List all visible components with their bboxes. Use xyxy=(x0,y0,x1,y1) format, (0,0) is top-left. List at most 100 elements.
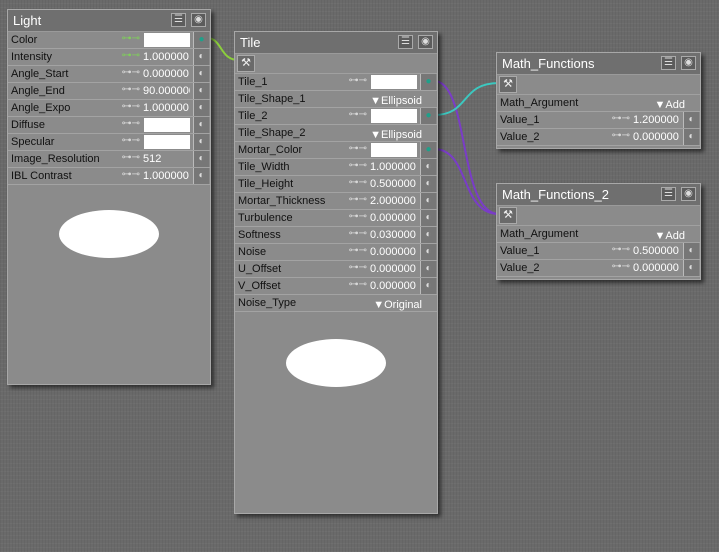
color-swatch[interactable] xyxy=(144,135,190,149)
color-swatch[interactable] xyxy=(371,143,417,157)
link-chain-icon[interactable]: ⊶⊸ xyxy=(349,73,367,89)
input-plug-icon[interactable]: ● xyxy=(420,108,436,124)
eye-preview-icon[interactable]: ◉ xyxy=(681,187,696,201)
param-value[interactable]: 0.500000 xyxy=(370,176,417,192)
dropdown-value[interactable]: Add xyxy=(665,230,685,242)
input-plug-icon[interactable]: ◐ xyxy=(420,193,436,209)
link-chain-icon[interactable]: ⊶⊸ xyxy=(612,242,630,258)
input-plug-icon[interactable]: ◐ xyxy=(420,227,436,243)
param-row-tile-1[interactable]: Tile_1 ⊶⊸ ● xyxy=(235,74,437,91)
plug-input-icon[interactable]: ⚒ xyxy=(499,76,517,93)
param-row-value-2[interactable]: Value_2 ⊶⊸ 0.000000 ◐ xyxy=(497,260,700,277)
param-row-math-argument[interactable]: Math_Argument ▼Add xyxy=(497,226,700,243)
node-tile[interactable]: Tile ☰ ◉ ⚒ Tile_1 ⊶⊸ ● Tile_Shape_1 ▼Ellipsoid Ti… xyxy=(234,31,438,514)
node-title[interactable]: Light ☰ ◉ xyxy=(8,10,210,32)
color-swatch[interactable] xyxy=(371,75,417,89)
color-swatch[interactable] xyxy=(144,33,190,47)
param-value[interactable]: 1.200000 xyxy=(633,112,680,128)
param-row-angle-end[interactable]: Angle_End ⊶⊸ 90.000000 ◐ xyxy=(8,83,210,100)
input-plug-icon[interactable]: ◐ xyxy=(193,117,209,133)
param-row-specular[interactable]: Specular ⊶⊸ ◐ xyxy=(8,134,210,151)
link-chain-icon[interactable]: ⊶⊸ xyxy=(349,226,367,242)
options-menu-icon[interactable]: ☰ xyxy=(398,35,413,49)
param-value[interactable]: 2.000000 xyxy=(370,193,417,209)
param-value[interactable]: 90.000000 xyxy=(143,83,190,99)
link-chain-icon[interactable]: ⊶⊸ xyxy=(349,192,367,208)
param-row-noise-type[interactable]: Noise_Type ▼Original xyxy=(235,295,437,312)
input-plug-icon[interactable]: ◐ xyxy=(193,49,209,65)
input-plug-icon[interactable]: ◐ xyxy=(193,100,209,116)
eye-preview-icon[interactable]: ◉ xyxy=(191,13,206,27)
link-chain-icon[interactable]: ⊶⊸ xyxy=(349,260,367,276)
link-chain-icon[interactable]: ⊶⊸ xyxy=(122,31,140,47)
node-title[interactable]: Math_Functions ☰ ◉ xyxy=(497,53,700,75)
param-row-value-2[interactable]: Value_2 ⊶⊸ 0.000000 ◐ xyxy=(497,129,700,146)
input-plug-icon[interactable]: ◐ xyxy=(683,129,699,145)
param-row-softness[interactable]: Softness ⊶⊸ 0.030000 ◐ xyxy=(235,227,437,244)
options-menu-icon[interactable]: ☰ xyxy=(661,56,676,70)
param-row-diffuse[interactable]: Diffuse ⊶⊸ ◐ xyxy=(8,117,210,134)
param-row-tile-shape-2[interactable]: Tile_Shape_2 ▼Ellipsoid xyxy=(235,125,437,142)
input-plug-icon[interactable]: ◐ xyxy=(193,151,209,167)
param-row-value-1[interactable]: Value_1 ⊶⊸ 0.500000 ◐ xyxy=(497,243,700,260)
param-dropdown[interactable]: ▼Add xyxy=(655,97,685,113)
link-chain-icon[interactable]: ⊶⊸ xyxy=(349,209,367,225)
input-plug-icon[interactable]: ◐ xyxy=(683,243,699,259)
param-value[interactable]: 0.000000 xyxy=(633,129,680,145)
param-value[interactable]: 0.500000 xyxy=(633,243,680,259)
input-plug-icon[interactable]: ◐ xyxy=(420,210,436,226)
dropdown-value[interactable]: Original xyxy=(384,299,422,311)
options-menu-icon[interactable]: ☰ xyxy=(661,187,676,201)
param-value[interactable]: 512 xyxy=(143,151,190,167)
link-chain-icon[interactable]: ⊶⊸ xyxy=(349,107,367,123)
input-plug-icon[interactable]: ◐ xyxy=(420,261,436,277)
param-row-v-offset[interactable]: V_Offset ⊶⊸ 0.000000 ◐ xyxy=(235,278,437,295)
link-chain-icon[interactable]: ⊶⊸ xyxy=(122,116,140,132)
input-plug-icon[interactable]: ● xyxy=(420,142,436,158)
param-dropdown[interactable]: ▼Ellipsoid xyxy=(370,127,422,143)
param-row-tile-width[interactable]: Tile_Width ⊶⊸ 1.000000 ◐ xyxy=(235,159,437,176)
input-plug-icon[interactable]: ◐ xyxy=(420,176,436,192)
param-value[interactable]: 1.000000 xyxy=(370,159,417,175)
link-chain-icon[interactable]: ⊶⊸ xyxy=(349,175,367,191)
input-plug-icon[interactable]: ◐ xyxy=(193,168,209,184)
param-dropdown[interactable]: ▼Add xyxy=(655,228,685,244)
param-row-angle-expo[interactable]: Angle_Expo ⊶⊸ 1.000000 ◐ xyxy=(8,100,210,117)
options-menu-icon[interactable]: ☰ xyxy=(171,13,186,27)
dropdown-value[interactable]: Add xyxy=(665,99,685,111)
link-chain-icon[interactable]: ⊶⊸ xyxy=(612,111,630,127)
param-value[interactable]: 1.000000 xyxy=(143,168,190,184)
param-value[interactable]: 0.000000 xyxy=(370,278,417,294)
input-plug-icon[interactable]: ◐ xyxy=(420,278,436,294)
input-plug-icon[interactable]: ◐ xyxy=(420,159,436,175)
link-chain-icon[interactable]: ⊶⊸ xyxy=(349,158,367,174)
param-row-noise[interactable]: Noise ⊶⊸ 0.000000 ◐ xyxy=(235,244,437,261)
plug-input-icon[interactable]: ⚒ xyxy=(237,55,255,72)
link-chain-icon[interactable]: ⊶⊸ xyxy=(122,48,140,64)
param-value[interactable]: 0.000000 xyxy=(143,66,190,82)
link-chain-icon[interactable]: ⊶⊸ xyxy=(122,82,140,98)
param-row-intensity[interactable]: Intensity ⊶⊸ 1.000000 ◐ xyxy=(8,49,210,66)
param-value[interactable]: 0.000000 xyxy=(370,244,417,260)
input-plug-icon[interactable]: ● xyxy=(420,74,436,90)
input-plug-icon[interactable]: ◐ xyxy=(193,66,209,82)
param-row-tile-2[interactable]: Tile_2 ⊶⊸ ● xyxy=(235,108,437,125)
eye-preview-icon[interactable]: ◉ xyxy=(418,35,433,49)
param-row-mortar-thickness[interactable]: Mortar_Thickness ⊶⊸ 2.000000 ◐ xyxy=(235,193,437,210)
input-plug-icon[interactable]: ◐ xyxy=(683,112,699,128)
link-chain-icon[interactable]: ⊶⊸ xyxy=(122,99,140,115)
color-swatch[interactable] xyxy=(144,118,190,132)
dropdown-value[interactable]: Ellipsoid xyxy=(381,129,422,141)
param-dropdown[interactable]: ▼Original xyxy=(373,297,422,313)
link-chain-icon[interactable]: ⊶⊸ xyxy=(612,128,630,144)
link-chain-icon[interactable]: ⊶⊸ xyxy=(349,243,367,259)
link-chain-icon[interactable]: ⊶⊸ xyxy=(122,150,140,166)
param-row-image-resolution[interactable]: Image_Resolution ⊶⊸ 512 ◐ xyxy=(8,151,210,168)
param-row-tile-shape-1[interactable]: Tile_Shape_1 ▼Ellipsoid xyxy=(235,91,437,108)
link-chain-icon[interactable]: ⊶⊸ xyxy=(349,277,367,293)
param-row-angle-start[interactable]: Angle_Start ⊶⊸ 0.000000 ◐ xyxy=(8,66,210,83)
link-chain-icon[interactable]: ⊶⊸ xyxy=(122,133,140,149)
node-title[interactable]: Tile ☰ ◉ xyxy=(235,32,437,54)
node-math-functions[interactable]: Math_Functions ☰ ◉ ⚒ Math_Argument ▼Add Value_… xyxy=(496,52,701,149)
dropdown-value[interactable]: Ellipsoid xyxy=(381,95,422,107)
